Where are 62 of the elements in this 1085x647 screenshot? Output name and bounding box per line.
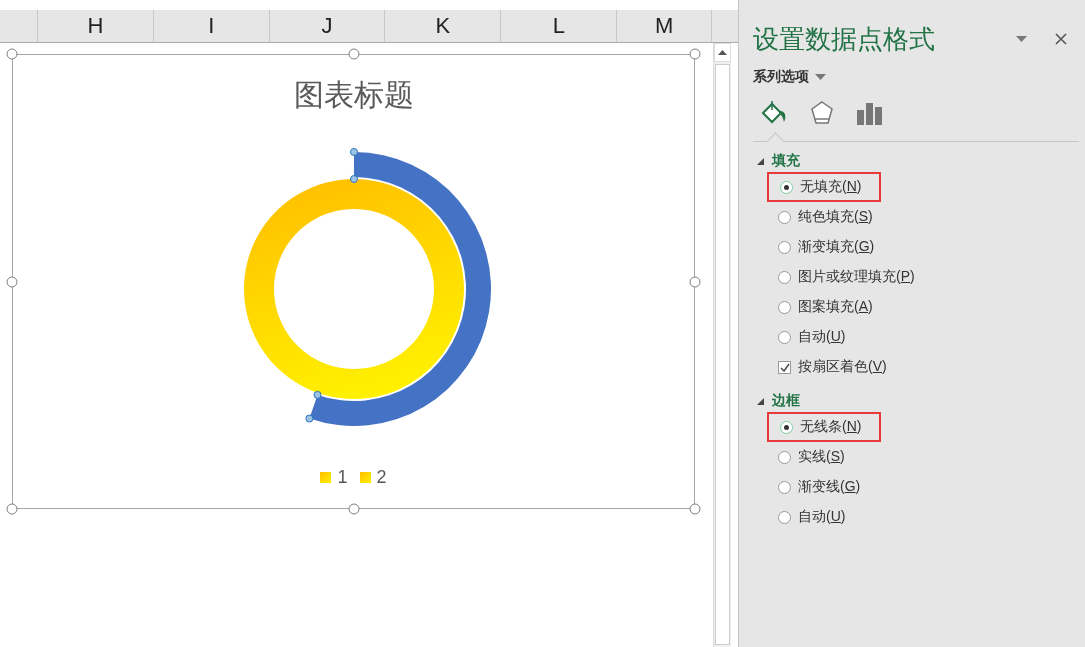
caret-icon — [1016, 36, 1027, 42]
legend-swatch — [359, 472, 371, 483]
option-label: 自动(U) — [798, 508, 846, 526]
option-label: 无填充(N) — [800, 178, 862, 196]
option-label: 图案填充(A) — [798, 298, 873, 316]
radio-button[interactable] — [778, 240, 791, 254]
option-label: 无线条(N) — [800, 418, 862, 436]
option-label: 纯色填充(S) — [798, 208, 873, 226]
radio-button[interactable] — [778, 450, 791, 464]
resize-handle[interactable] — [689, 48, 701, 60]
column-header[interactable]: I — [153, 10, 270, 42]
resize-handle[interactable] — [689, 276, 701, 287]
radio-button[interactable] — [778, 330, 791, 344]
data-point-handle[interactable] — [349, 148, 358, 156]
option-label: 按扇区着色(V) — [798, 358, 887, 376]
radio-button[interactable] — [778, 270, 791, 284]
radio-button[interactable] — [778, 210, 791, 224]
inner-ring[interactable] — [243, 179, 464, 399]
option-label: 图片或纹理填充(P) — [798, 268, 915, 286]
option-label: 自动(U) — [798, 328, 846, 346]
resize-handle[interactable] — [6, 503, 18, 515]
bar-chart-icon — [856, 100, 884, 126]
option-label: 渐变线(G) — [798, 478, 861, 496]
column-header[interactable]: J — [269, 10, 386, 42]
section-header[interactable]: 边框 — [753, 390, 800, 412]
vertical-scrollbar[interactable] — [713, 43, 731, 647]
close-icon — [1055, 33, 1067, 45]
data-point-handle[interactable] — [349, 175, 358, 183]
radio-button[interactable] — [778, 300, 791, 314]
chart-area[interactable]: 图表标题 1 2 — [12, 54, 695, 509]
section-header[interactable]: 填充 — [753, 150, 800, 172]
legend-label: 2 — [376, 467, 387, 488]
data-point-handle[interactable] — [313, 390, 322, 399]
legend-swatch — [320, 472, 332, 483]
series-options-dropdown[interactable]: 系列选项 — [753, 68, 826, 86]
radio-button[interactable] — [778, 510, 791, 524]
chart-title: 图表标题 — [293, 77, 414, 113]
option-label: 渐变填充(G) — [798, 238, 875, 256]
scroll-up-button[interactable] — [714, 43, 731, 62]
radio-button[interactable] — [780, 180, 793, 194]
paint-bucket-icon — [760, 100, 788, 126]
column-header[interactable]: L — [501, 10, 618, 42]
up-arrow-icon — [718, 50, 727, 55]
scroll-thumb[interactable] — [715, 64, 730, 645]
resize-handle[interactable] — [6, 48, 18, 60]
legend-label: 1 — [337, 467, 348, 488]
column-header[interactable]: K — [385, 10, 502, 42]
outer-ring-arc[interactable] — [308, 152, 491, 426]
radio-button[interactable] — [778, 480, 791, 494]
data-point-handle[interactable] — [304, 414, 313, 423]
pane-title: 设置数据点格式 — [753, 23, 936, 56]
resize-handle[interactable] — [348, 503, 359, 515]
column-header[interactable]: M — [617, 10, 713, 42]
column-header[interactable]: H — [37, 10, 154, 42]
pentagon-icon — [810, 100, 834, 126]
resize-handle[interactable] — [6, 276, 18, 287]
resize-handle[interactable] — [689, 503, 701, 515]
checkbox[interactable] — [778, 360, 791, 374]
radio-button[interactable] — [780, 420, 793, 434]
caret-icon — [815, 74, 826, 80]
resize-handle[interactable] — [348, 48, 359, 60]
option-label: 实线(S) — [798, 448, 845, 466]
